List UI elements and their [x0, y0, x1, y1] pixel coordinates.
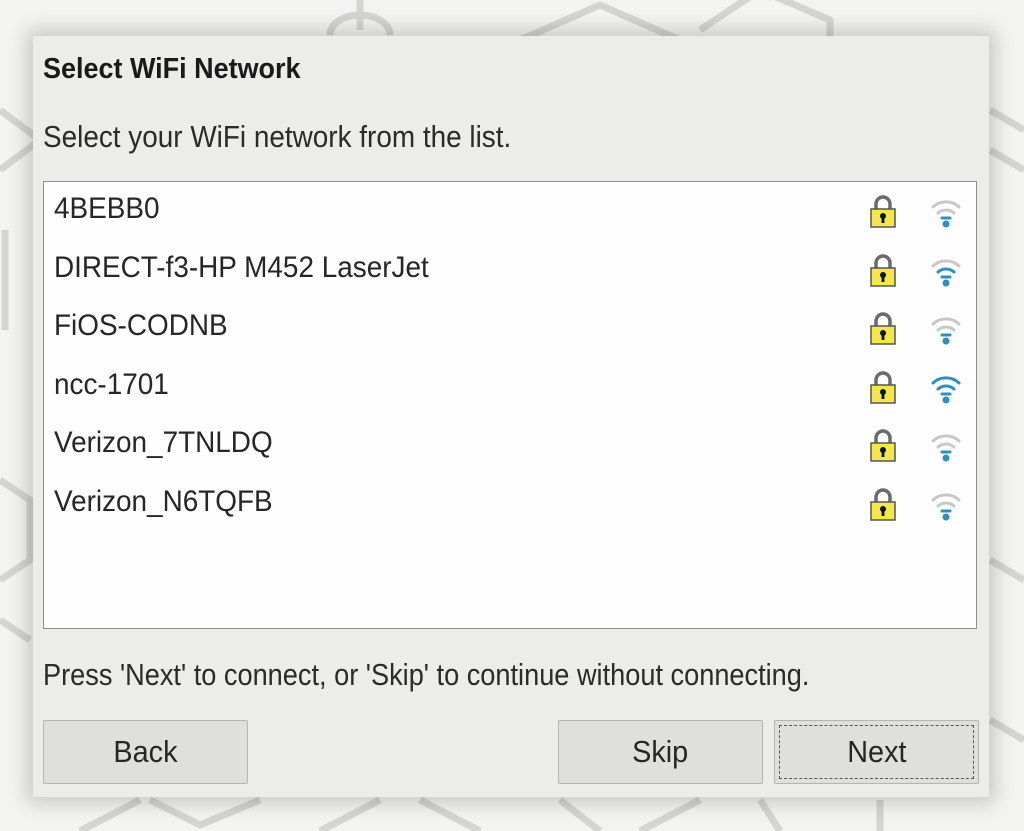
padlock-icon	[870, 370, 896, 404]
wifi-signal-icon	[931, 375, 961, 403]
padlock-icon	[870, 312, 896, 345]
network-list-item[interactable]: 4BEBB0	[44, 182, 976, 240]
wifi-signal-icon	[931, 492, 961, 520]
select-wifi-dialog: Select WiFi Network Select your WiFi net…	[33, 36, 989, 797]
wifi-signal-icon	[931, 317, 961, 345]
network-ssid: 4BEBB0	[54, 192, 160, 225]
padlock-icon	[870, 429, 896, 462]
wifi-signal-icon	[931, 200, 961, 228]
padlock-icon	[870, 195, 896, 228]
wifi-signal-icon	[931, 434, 961, 462]
network-ssid: DIRECT-f3-HP M452 LaserJet	[54, 250, 429, 284]
skip-button-label: Skip	[632, 734, 689, 769]
network-list-item[interactable]: DIRECT-f3-HP M452 LaserJet	[44, 241, 976, 299]
skip-button[interactable]: Skip	[558, 720, 763, 784]
back-button-label: Back	[113, 734, 178, 769]
network-ssid: ncc-1701	[54, 367, 169, 401]
next-button[interactable]: Next	[774, 720, 979, 784]
network-ssid: FiOS-CODNB	[54, 309, 228, 342]
network-list-item[interactable]: ncc-1701	[44, 358, 976, 416]
back-button[interactable]: Back	[43, 720, 248, 784]
next-button-label: Next	[846, 734, 907, 769]
network-list[interactable]: 4BEBB0 DIRECT-f3-HP M452 LaserJet FiOS-COD…	[43, 181, 977, 629]
network-list-item[interactable]: Verizon_7TNLDQ	[44, 416, 976, 474]
network-list-item[interactable]: Verizon_N6TQFB	[44, 475, 976, 533]
dialog-subtitle: Select your WiFi network from the list.	[43, 119, 512, 154]
network-ssid: Verizon_7TNLDQ	[54, 426, 273, 459]
network-list-item[interactable]: FiOS-CODNB	[44, 299, 976, 357]
network-ssid: Verizon_N6TQFB	[54, 484, 273, 518]
instruction-text: Press 'Next' to connect, or 'Skip' to co…	[43, 657, 810, 692]
wifi-signal-icon	[931, 258, 961, 286]
padlock-icon	[870, 487, 896, 521]
padlock-icon	[870, 253, 896, 287]
dialog-title: Select WiFi Network	[43, 53, 301, 85]
